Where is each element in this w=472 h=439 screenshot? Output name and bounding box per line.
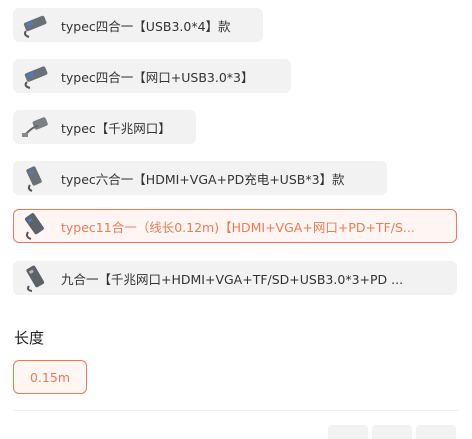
option-label: typec【千兆网口】 bbox=[61, 120, 171, 136]
ethernet-adapter-thumbnail-icon bbox=[22, 117, 48, 137]
usb-hub-thumbnail-icon bbox=[24, 66, 48, 89]
usb-hub-thumbnail-icon bbox=[23, 15, 47, 38]
usb-hub-thumbnail-icon bbox=[26, 166, 42, 192]
length-option-0-15m[interactable]: 0.15m bbox=[13, 360, 87, 394]
option-typec-4in1-usb[interactable]: typec四合一【USB3.0*4】款 bbox=[13, 8, 263, 42]
usb-hub-thumbnail-icon bbox=[24, 213, 44, 240]
option-typec-gigabit-ethernet[interactable]: typec【千兆网口】 bbox=[13, 110, 196, 144]
length-section-title: 长度 bbox=[14, 329, 45, 347]
divider bbox=[13, 410, 459, 411]
option-typec-11in1[interactable]: typec11合一（线长0.12m)【HDMI+VGA+网口+PD+TF/S..… bbox=[13, 209, 457, 243]
usb-hub-thumbnail-icon bbox=[26, 265, 45, 292]
option-label: typec四合一【网口+USB3.0*3】 bbox=[61, 69, 254, 85]
option-label: 九合一【千兆网口+HDMI+VGA+TF/SD+USB3.0*3+PD ... bbox=[61, 271, 404, 287]
option-label: typec六合一【HDMI+VGA+PD充电+USB*3】款 bbox=[61, 171, 345, 187]
option-9in1[interactable]: 九合一【千兆网口+HDMI+VGA+TF/SD+USB3.0*3+PD ... bbox=[13, 261, 457, 295]
option-typec-6in1[interactable]: typec六合一【HDMI+VGA+PD充电+USB*3】款 bbox=[13, 161, 387, 195]
option-label: typec四合一【USB3.0*4】款 bbox=[61, 18, 231, 34]
option-label: typec11合一（线长0.12m)【HDMI+VGA+网口+PD+TF/S..… bbox=[61, 219, 415, 235]
option-typec-4in1-ethernet[interactable]: typec四合一【网口+USB3.0*3】 bbox=[13, 59, 291, 93]
